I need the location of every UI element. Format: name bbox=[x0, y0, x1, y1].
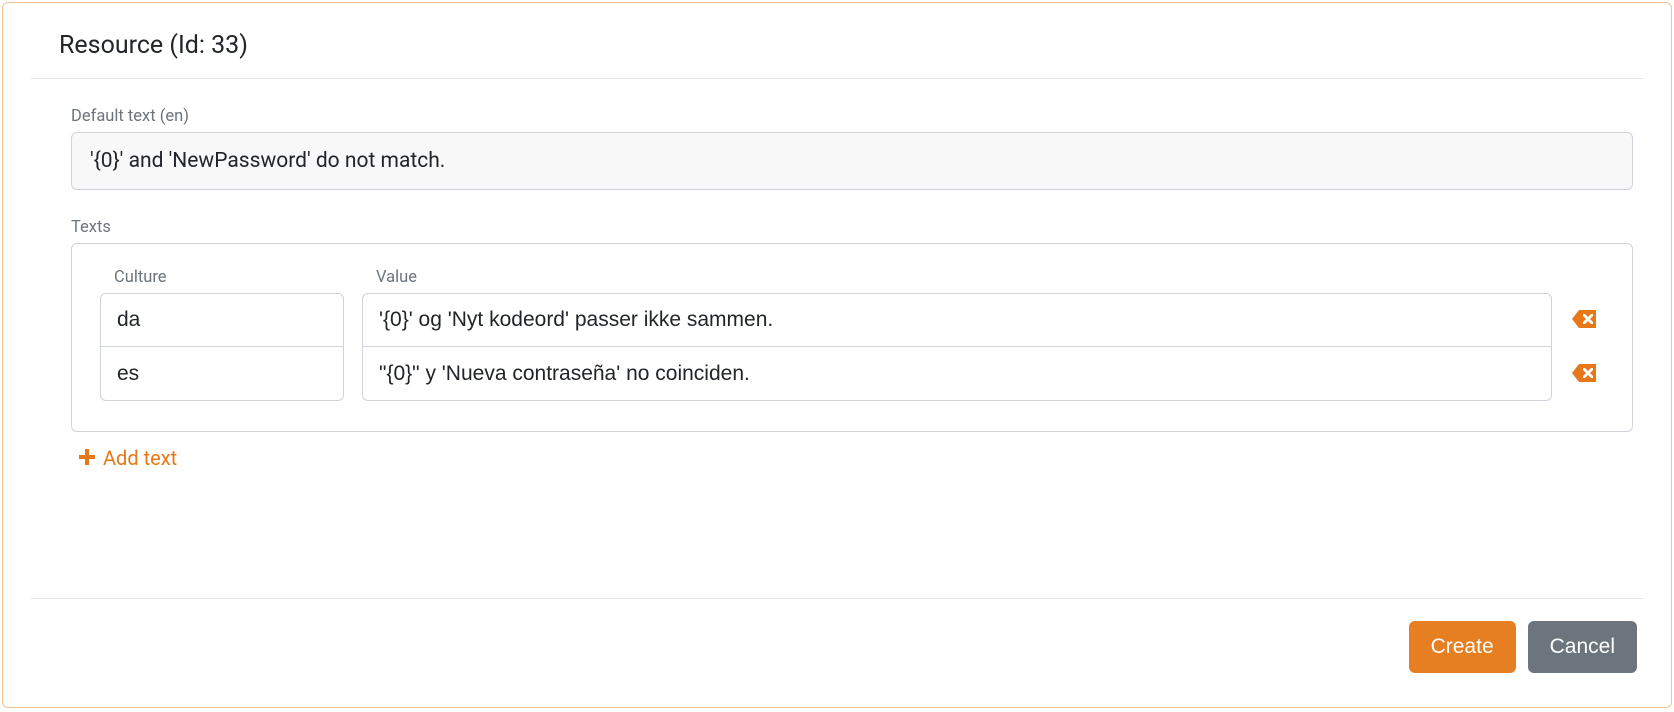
delete-tag-icon bbox=[1572, 364, 1596, 385]
button-row: Create Cancel bbox=[31, 621, 1643, 673]
texts-label: Texts bbox=[71, 218, 1633, 237]
culture-column-header: Culture bbox=[100, 268, 344, 287]
value-column-header: Value bbox=[362, 268, 1552, 287]
default-text-field: '{0}' and 'NewPassword' do not match. bbox=[71, 132, 1633, 190]
delete-row-button[interactable] bbox=[1572, 310, 1596, 331]
table-row bbox=[100, 293, 1604, 347]
texts-card: Culture Value bbox=[71, 243, 1633, 432]
table-row bbox=[100, 347, 1604, 401]
create-button[interactable]: Create bbox=[1409, 621, 1516, 673]
footer-divider bbox=[31, 598, 1643, 599]
value-input[interactable] bbox=[362, 347, 1552, 401]
add-text-link[interactable]: Add text bbox=[79, 446, 177, 470]
culture-input[interactable] bbox=[100, 293, 344, 347]
page-title: Resource (Id: 33) bbox=[59, 31, 1643, 60]
cancel-button[interactable]: Cancel bbox=[1528, 621, 1637, 673]
culture-input[interactable] bbox=[100, 347, 344, 401]
default-text-label: Default text (en) bbox=[71, 107, 1633, 126]
plus-icon bbox=[79, 446, 95, 470]
texts-header: Culture Value bbox=[100, 268, 1604, 287]
delete-tag-icon bbox=[1572, 310, 1596, 331]
value-input[interactable] bbox=[362, 293, 1552, 347]
delete-row-button[interactable] bbox=[1572, 364, 1596, 385]
add-text-label: Add text bbox=[103, 446, 177, 470]
divider bbox=[31, 78, 1643, 79]
